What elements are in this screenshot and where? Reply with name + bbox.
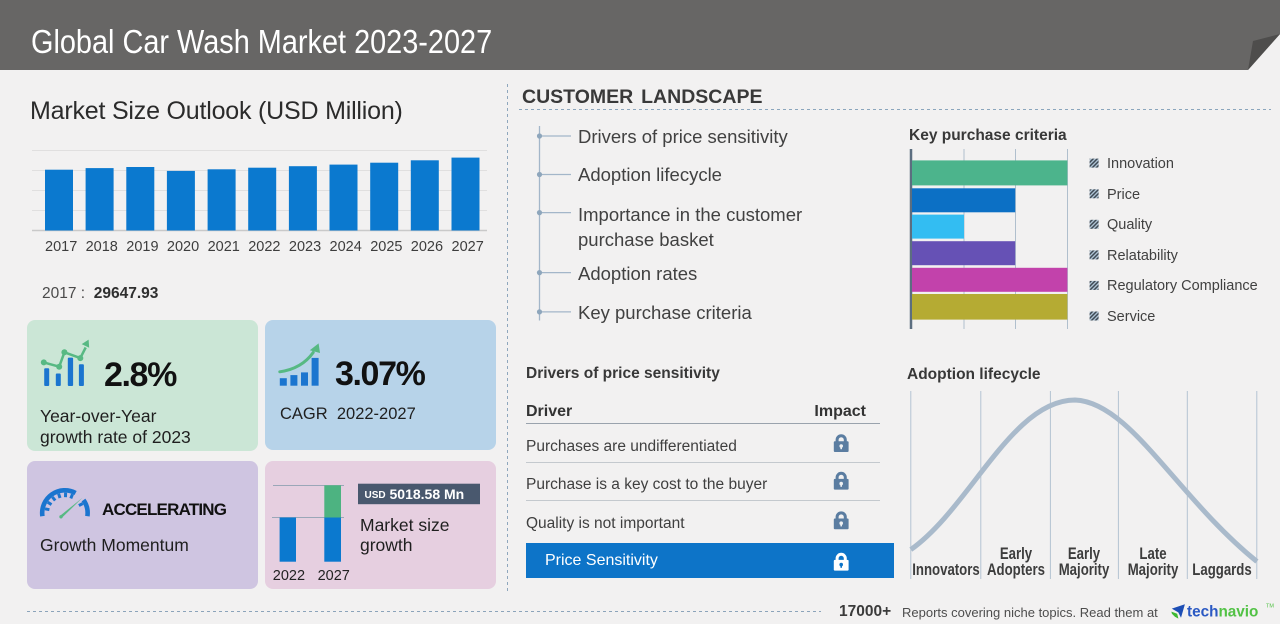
svg-text:TM: TM [1266, 604, 1274, 610]
svg-text:technavio: technavio [1187, 604, 1258, 621]
svg-text:USD: USD [365, 490, 386, 501]
svg-text:5018.58 Mn: 5018.58 Mn [390, 486, 465, 502]
